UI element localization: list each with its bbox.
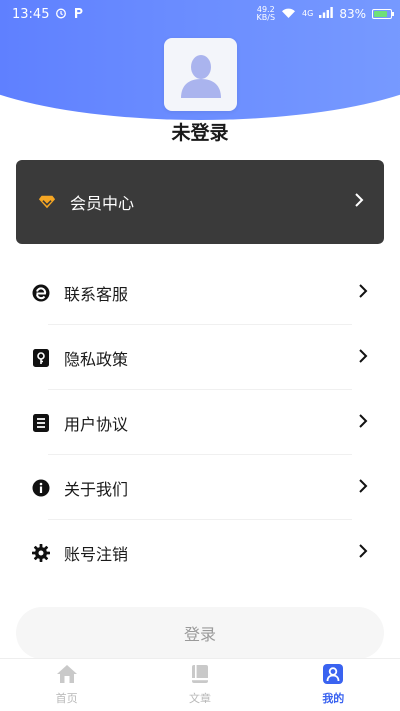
tab-home[interactable]: 首页 <box>27 664 107 706</box>
battery-tip <box>392 12 394 16</box>
menu-item-label: 用户协议 <box>64 414 129 434</box>
battery-icon <box>372 9 394 19</box>
status-right: 49.2 KB/S 4G 83% <box>257 6 394 22</box>
gear-icon <box>32 543 50 562</box>
parking-app-icon <box>73 7 84 22</box>
battery-fill <box>374 11 387 17</box>
chevron-right-icon <box>358 413 368 433</box>
menu-item-customer-service[interactable]: 联系客服 <box>32 260 368 325</box>
bottom-tab-bar: 首页 文章 我的 <box>0 658 400 711</box>
login-button[interactable]: 登录 <box>16 607 384 659</box>
tab-label: 我的 <box>322 692 345 705</box>
menu-item-delete-account[interactable]: 账号注销 <box>32 520 368 585</box>
avatar[interactable] <box>164 38 237 111</box>
profile-icon <box>323 664 344 688</box>
chevron-right-icon <box>358 478 368 498</box>
menu-item-user-agreement[interactable]: 用户协议 <box>32 390 368 455</box>
settings-menu: 联系客服 隐私政策 用户协议 关于我们 账号注销 <box>32 260 368 585</box>
screen: 13:45 49.2 KB/S 4G 83% 未登录 会员中心 联系客服 隐私政… <box>0 0 400 711</box>
privacy-icon <box>32 348 50 367</box>
net-speed: 49.2 KB/S <box>257 6 276 22</box>
network-type: 4G <box>302 9 314 18</box>
vip-center-card[interactable]: 会员中心 <box>16 160 384 244</box>
chevron-right-icon <box>354 192 364 212</box>
menu-item-label: 账号注销 <box>64 544 129 564</box>
tab-mine[interactable]: 我的 <box>293 664 373 706</box>
tab-articles[interactable]: 文章 <box>160 664 240 706</box>
tab-label: 首页 <box>55 692 78 705</box>
vip-diamond-icon <box>38 193 56 211</box>
book-icon <box>190 664 210 688</box>
vip-center-label: 会员中心 <box>70 194 135 213</box>
status-left: 13:45 <box>12 7 84 22</box>
menu-item-about-us[interactable]: 关于我们 <box>32 455 368 520</box>
info-icon <box>32 479 50 497</box>
menu-item-label: 隐私政策 <box>64 349 129 369</box>
user-name[interactable]: 未登录 <box>0 118 400 145</box>
tab-label: 文章 <box>188 692 211 705</box>
signal-icon <box>319 7 334 21</box>
alarm-icon <box>55 7 67 22</box>
battery-percent: 83% <box>339 7 366 21</box>
chevron-right-icon <box>358 348 368 368</box>
chevron-right-icon <box>358 543 368 563</box>
chevron-right-icon <box>358 283 368 303</box>
net-speed-unit: KB/S <box>256 13 276 22</box>
home-icon <box>56 664 78 688</box>
status-bar: 13:45 49.2 KB/S 4G 83% <box>0 0 400 28</box>
menu-item-label: 联系客服 <box>64 284 129 304</box>
menu-item-privacy-policy[interactable]: 隐私政策 <box>32 325 368 390</box>
customer-service-icon <box>32 284 50 302</box>
menu-item-label: 关于我们 <box>64 479 129 499</box>
user-placeholder-icon <box>180 54 221 98</box>
wifi-icon <box>281 7 296 22</box>
status-time: 13:45 <box>12 6 50 22</box>
document-icon <box>32 413 50 432</box>
